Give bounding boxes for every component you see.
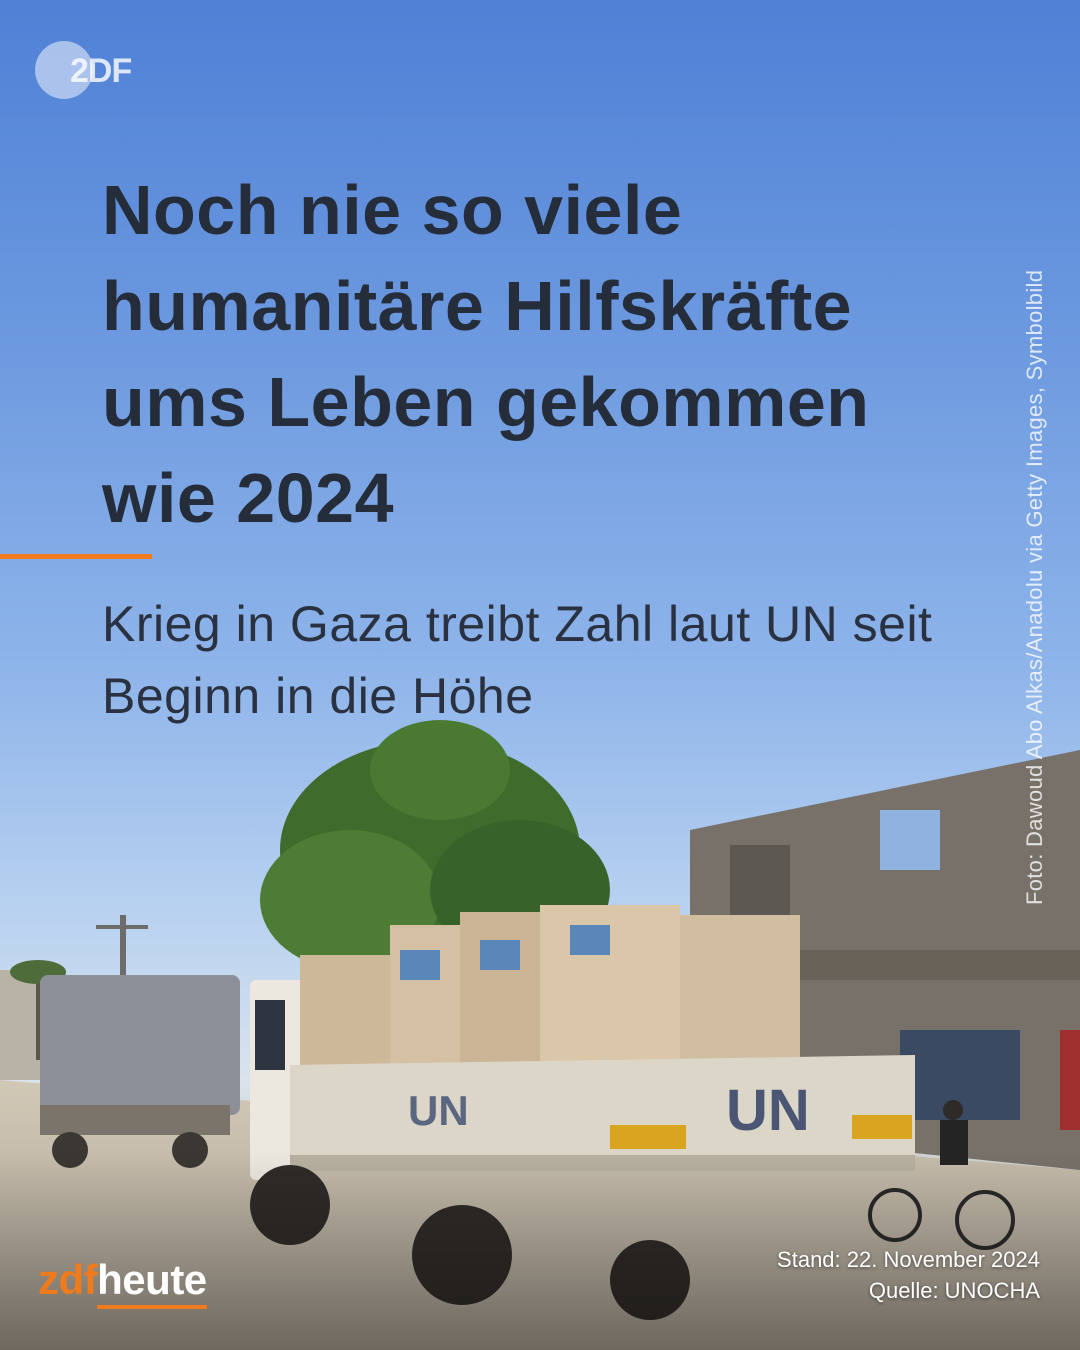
photo-credit: Foto: Dawoud Abo Alkas/Anadolu via Getty… (1022, 269, 1047, 905)
source-label: Quelle: UNOCHA (868, 1278, 1040, 1303)
svg-text:2DF: 2DF (70, 52, 131, 90)
headline: Noch nie so viele humanitäre Hilfskräfte… (102, 171, 870, 537)
svg-text:UN: UN (726, 1078, 810, 1143)
brand-heute: heute (97, 1256, 207, 1303)
svg-text:UN: UN (408, 1087, 469, 1134)
brand-zdf: zdf (38, 1256, 98, 1303)
zdf-logo-icon: 2DF (35, 41, 132, 99)
accent-rule (0, 554, 152, 559)
zdfheute-logo: zdfheute (38, 1258, 207, 1302)
social-card: 2DF Noch nie so viele humanitäre Hilfskr… (0, 0, 1080, 1350)
meta-info: Stand: 22. November 2024 Quelle: UNOCHA (777, 1244, 1040, 1306)
date-stamp: Stand: 22. November 2024 (777, 1247, 1040, 1272)
